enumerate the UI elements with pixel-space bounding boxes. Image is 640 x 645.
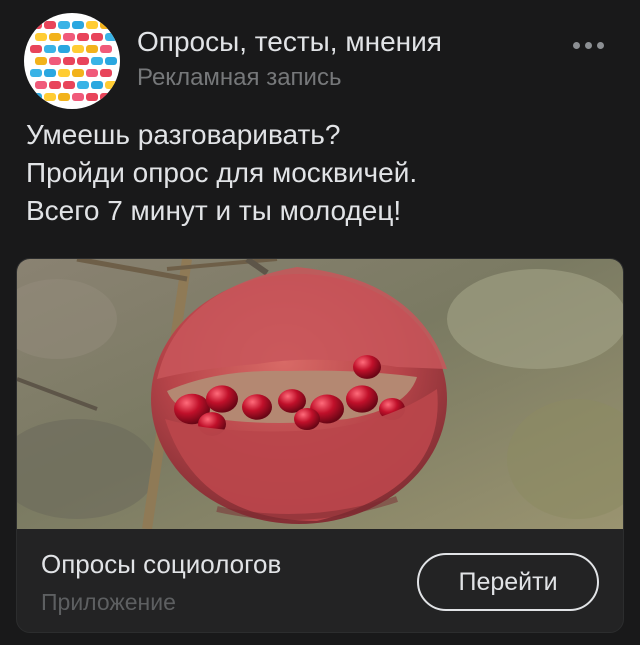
card-subtitle: Приложение	[41, 589, 176, 615]
post-text-line: Умеешь разговаривать?	[26, 119, 341, 150]
card-title: Опросы социологов	[41, 549, 282, 579]
ad-card[interactable]: Опросы социологов Приложение Перейти	[16, 258, 624, 633]
post-text-line: Всего 7 минут и ты молодец!	[26, 195, 402, 226]
more-options-icon[interactable]	[566, 30, 610, 60]
pomegranate-image[interactable]	[17, 259, 624, 529]
group-name[interactable]: Опросы, тесты, мнения	[137, 26, 442, 58]
post-text: Умеешь разговаривать? Пройди опрос для м…	[26, 116, 616, 230]
dot	[584, 41, 592, 49]
dot	[572, 41, 580, 49]
ad-post: Опросы, тесты, мнения Рекламная запись У…	[0, 0, 640, 645]
go-button[interactable]: Перейти	[417, 553, 599, 611]
speech-bubbles-logo	[30, 21, 117, 101]
dot	[596, 41, 604, 49]
post-text-line: Пройди опрос для москвичей.	[26, 157, 418, 188]
post-type-label: Рекламная запись	[137, 64, 342, 91]
group-avatar[interactable]	[24, 13, 120, 109]
